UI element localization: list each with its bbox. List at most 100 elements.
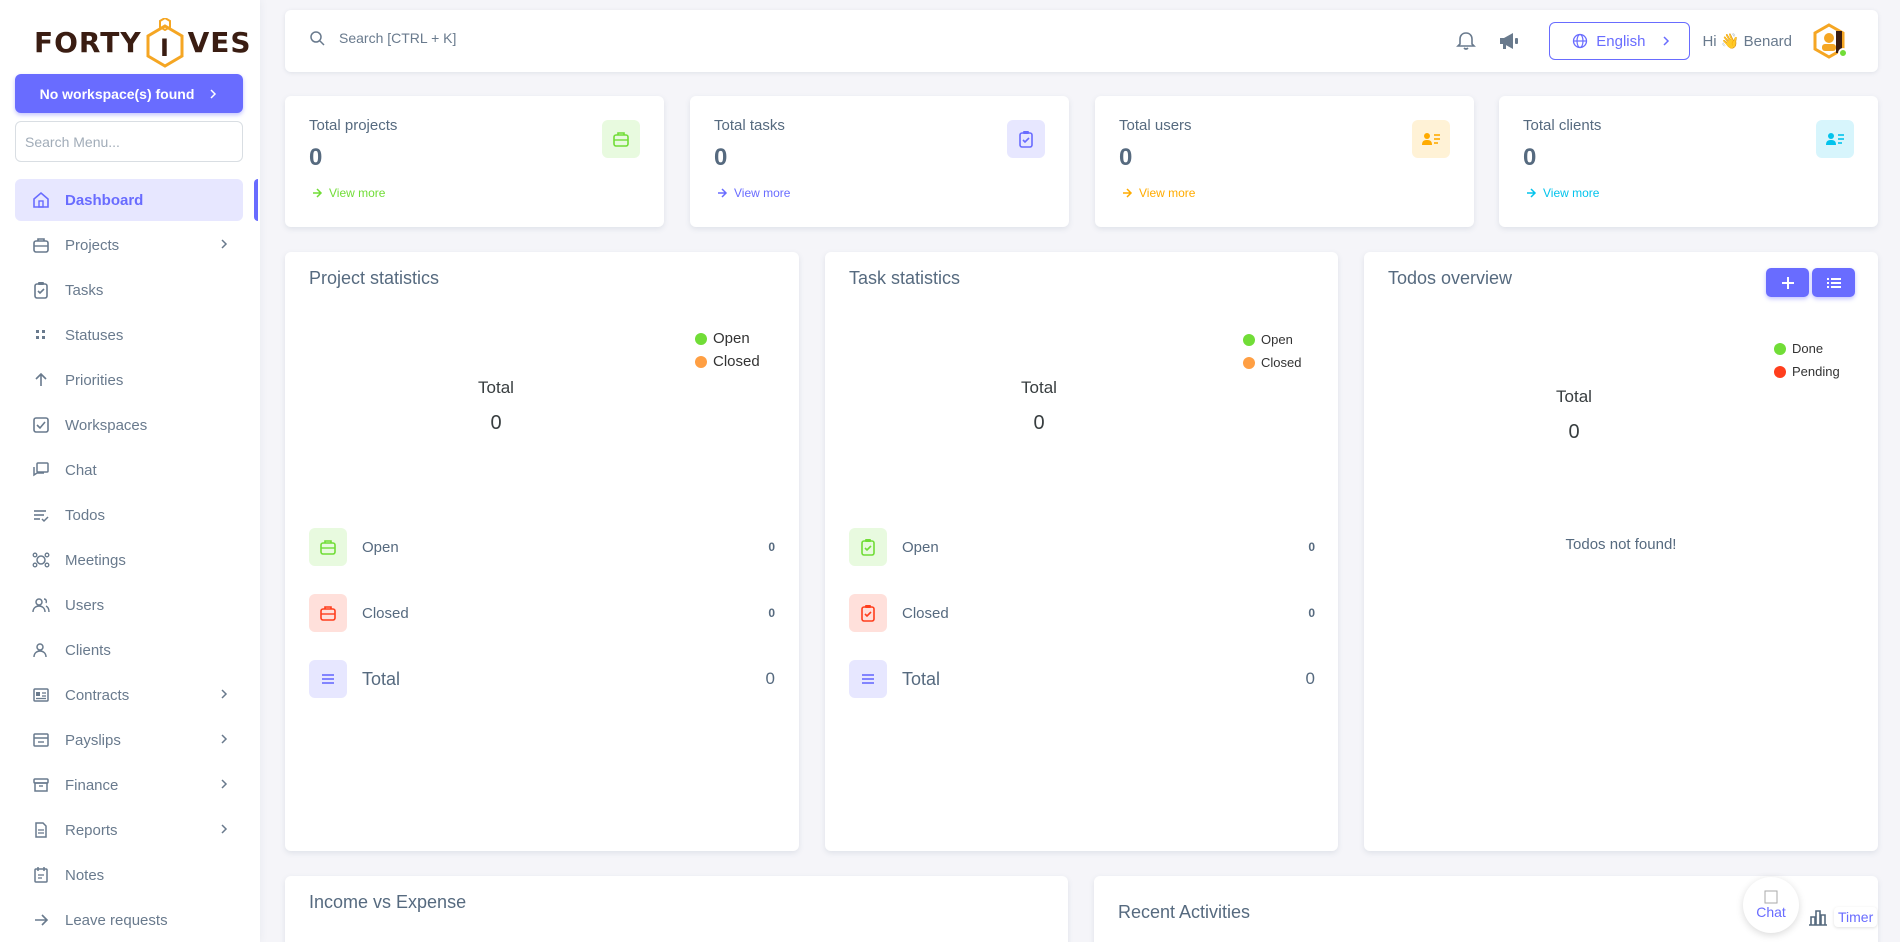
arrow-right-icon [313, 188, 323, 198]
grid-dots-icon [31, 325, 51, 345]
search-icon [310, 31, 325, 46]
sidebar-item-dashboard[interactable]: Dashboard [15, 179, 243, 221]
checkbox-icon [31, 415, 51, 435]
view-more-link[interactable]: View more [1525, 186, 1599, 200]
legend-item[interactable]: Open [695, 327, 760, 350]
chart-bars-icon [1809, 910, 1827, 926]
view-more-link[interactable]: View more [1121, 186, 1195, 200]
sidebar-item-label: Tasks [65, 281, 104, 299]
sidebar-item-tasks[interactable]: Tasks [15, 269, 243, 311]
payslip-icon [31, 730, 51, 750]
legend-item[interactable]: Pending [1774, 360, 1840, 383]
legend-label: Closed [1261, 355, 1302, 370]
view-more-link[interactable]: View more [716, 186, 790, 200]
legend-dot [695, 355, 707, 368]
sidebar-item-workspaces[interactable]: Workspaces [15, 404, 243, 446]
list-check-icon [31, 505, 51, 525]
stat-row-closed: Closed 0 [849, 593, 1315, 633]
sidebar-item-label: Contracts [65, 686, 130, 704]
center-value: 0 [1568, 421, 1580, 443]
stat-value: 0 [714, 144, 728, 171]
announcement-icon[interactable] [1497, 30, 1521, 52]
list-icon [1826, 277, 1841, 288]
chevron-right-icon [221, 734, 228, 744]
floating-timer-label: Timer [1834, 907, 1878, 927]
stat-card-total-users: Total users 0 View more [1095, 96, 1474, 227]
stat-title: Total clients [1523, 117, 1602, 134]
legend-item[interactable]: Closed [1243, 351, 1301, 374]
chevron-right-icon [221, 239, 228, 249]
sidebar-item-todos[interactable]: Todos [15, 494, 243, 536]
sidebar-item-meetings[interactable]: Meetings [15, 539, 243, 581]
stat-title: Total users [1119, 117, 1192, 134]
legend-item[interactable]: Closed [695, 350, 760, 373]
sidebar-item-contracts[interactable]: Contracts [15, 674, 243, 716]
row-label: Closed [902, 604, 949, 622]
stat-card-total-projects: Total projects 0 View more [285, 96, 664, 227]
sidebar-item-label: Leave requests [65, 911, 168, 929]
language-button[interactable]: English [1549, 22, 1691, 60]
global-search[interactable]: Search [CTRL + K] [309, 30, 456, 46]
report-icon [31, 820, 51, 840]
avatar[interactable] [1810, 22, 1848, 60]
legend-item[interactable]: Done [1774, 337, 1840, 360]
sidebar-item-clients[interactable]: Clients [15, 629, 243, 671]
menu-search-input[interactable] [15, 121, 243, 162]
sidebar-item-finance[interactable]: Finance [15, 764, 243, 806]
sidebar-item-reports[interactable]: Reports [15, 809, 243, 851]
meetings-icon [31, 550, 51, 570]
stat-value: 0 [309, 144, 323, 171]
list-todos-button[interactable] [1812, 268, 1855, 297]
chevron-right-icon [221, 689, 228, 699]
sidebar-item-label: Users [65, 596, 105, 614]
legend-item[interactable]: Open [1243, 328, 1301, 351]
row-value: 0 [768, 606, 775, 620]
legend-dot [1243, 356, 1255, 369]
floating-chat-button[interactable]: Chat [1743, 877, 1799, 933]
home-icon [31, 190, 51, 210]
floating-timer-button[interactable]: Timer [1808, 904, 1878, 930]
sidebar-item-statuses[interactable]: Statuses [15, 314, 243, 356]
sidebar-item-label: Finance [65, 776, 119, 794]
sidebar-item-chat[interactable]: Chat [15, 449, 243, 491]
brand-logo[interactable]: FORTY I VES [34, 10, 251, 74]
briefcase-icon [309, 528, 347, 566]
view-more-link[interactable]: View more [311, 186, 385, 200]
task-statistics-card: Task statistics Open Closed Total 0 Open… [825, 252, 1338, 851]
clipboard-check-icon [1007, 120, 1045, 158]
notes-icon [31, 865, 51, 885]
center-label: Total [1556, 387, 1592, 406]
stat-row-open: Open 0 [849, 527, 1315, 567]
clients-icon [31, 640, 51, 660]
users-icon [31, 595, 51, 615]
legend-dot [1774, 342, 1786, 355]
stat-row-total: Total 0 [309, 659, 775, 699]
sidebar-item-label: Workspaces [65, 416, 148, 434]
center-value: 0 [1033, 412, 1045, 434]
row-value: 0 [1305, 669, 1315, 688]
todos-chart-legend: Done Pending [1774, 337, 1840, 383]
project-chart-center: Total 0 [436, 378, 556, 435]
arrow-up-icon [31, 370, 51, 390]
sidebar-item-projects[interactable]: Projects [15, 224, 243, 266]
briefcase-icon [602, 120, 640, 158]
income-expense-title: Income vs Expense [309, 892, 467, 912]
stat-value: 0 [1523, 144, 1537, 171]
clipboard-check-icon [849, 594, 887, 632]
view-more-label: View more [734, 186, 791, 200]
sidebar-item-leave-requests[interactable]: Leave requests [15, 899, 243, 941]
sidebar-item-payslips[interactable]: Payslips [15, 719, 243, 761]
arrow-right-icon [718, 188, 728, 198]
add-todo-button[interactable] [1766, 268, 1809, 297]
logo-text-right: VES [187, 25, 252, 59]
sidebar-item-label: Chat [65, 461, 97, 479]
briefcase-icon [309, 594, 347, 632]
todos-overview-title: Todos overview [1388, 268, 1513, 288]
bell-icon[interactable] [1455, 30, 1477, 52]
workspace-button[interactable]: No workspace(s) found [15, 74, 243, 113]
sidebar-item-notes[interactable]: Notes [15, 854, 243, 896]
sidebar-item-priorities[interactable]: Priorities [15, 359, 243, 401]
legend-dot [695, 332, 707, 345]
sidebar-item-users[interactable]: Users [15, 584, 243, 626]
chevron-right-icon [210, 88, 217, 99]
